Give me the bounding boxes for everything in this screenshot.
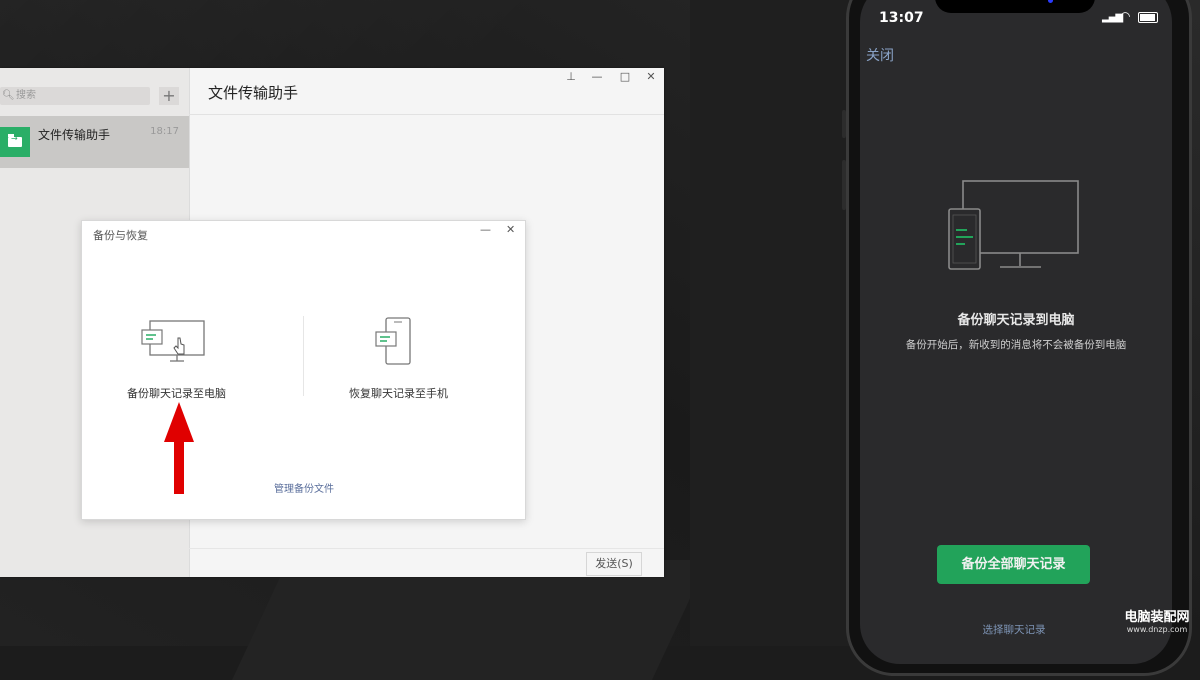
battery-icon: [1138, 12, 1158, 23]
wifi-icon: ◠: [1120, 9, 1131, 23]
close-button[interactable]: ✕: [644, 70, 658, 83]
search-placeholder: 搜索: [16, 90, 36, 101]
divider: [189, 114, 664, 115]
dialog-minimize-button[interactable]: —: [480, 223, 491, 236]
background-shape: [232, 560, 708, 680]
divider: [189, 548, 664, 549]
minimize-button[interactable]: —: [590, 70, 604, 83]
watermark-url: www.dnzp.com: [1126, 625, 1188, 634]
background-shape: [690, 0, 870, 646]
phone-backup-title: 备份聊天记录到电脑: [957, 313, 1075, 328]
red-arrow-stem: [174, 440, 184, 494]
search-icon: 🔍︎: [2, 90, 15, 101]
restore-to-phone-icon[interactable]: [370, 316, 418, 368]
phone-notch: [935, 0, 1095, 13]
watermark: 电脑装配网 www.dnzp.com: [1117, 606, 1197, 634]
maximize-button[interactable]: □: [618, 70, 632, 83]
add-chat-button[interactable]: +: [159, 87, 179, 105]
backup-to-pc-icon[interactable]: [138, 318, 208, 366]
dialog-title: 备份与恢复: [93, 229, 148, 242]
chat-name: 文件传输助手: [38, 128, 111, 142]
pin-button[interactable]: ⊥: [564, 70, 578, 83]
chat-title: 文件传输助手: [208, 84, 299, 102]
phone-to-pc-icon: [948, 180, 1079, 270]
phone-side-button: [842, 160, 846, 210]
phone-side-button: [842, 110, 846, 138]
status-time: 13:07: [879, 10, 924, 26]
backup-to-pc-label[interactable]: 备份聊天记录至电脑: [127, 385, 226, 401]
backup-all-button[interactable]: 备份全部聊天记录: [937, 545, 1090, 584]
backup-restore-dialog: 备份与恢复 — ✕ 备份聊天记录至电脑 恢复聊天记录至手机 管理备份文件: [81, 220, 526, 520]
chat-list-item[interactable]: 文件传输助手 18:17: [0, 116, 189, 168]
dialog-close-button[interactable]: ✕: [506, 223, 515, 236]
restore-to-phone-label[interactable]: 恢复聊天记录至手机: [349, 385, 448, 401]
red-arrow-icon: [164, 402, 194, 442]
search-input[interactable]: 🔍︎ 搜索: [0, 87, 150, 105]
close-link[interactable]: 关闭: [866, 45, 894, 65]
chat-time: 18:17: [150, 126, 179, 137]
watermark-name: 电脑装配网: [1124, 610, 1190, 625]
folder-icon: [8, 134, 22, 147]
phone-backup-subtitle: 备份开始后，新收到的消息将不会被备份到电脑: [905, 339, 1127, 351]
send-button[interactable]: 发送(S): [586, 552, 642, 576]
file-transfer-avatar: [0, 127, 30, 157]
divider: [303, 316, 304, 396]
manage-backup-files-link[interactable]: 管理备份文件: [274, 480, 334, 495]
